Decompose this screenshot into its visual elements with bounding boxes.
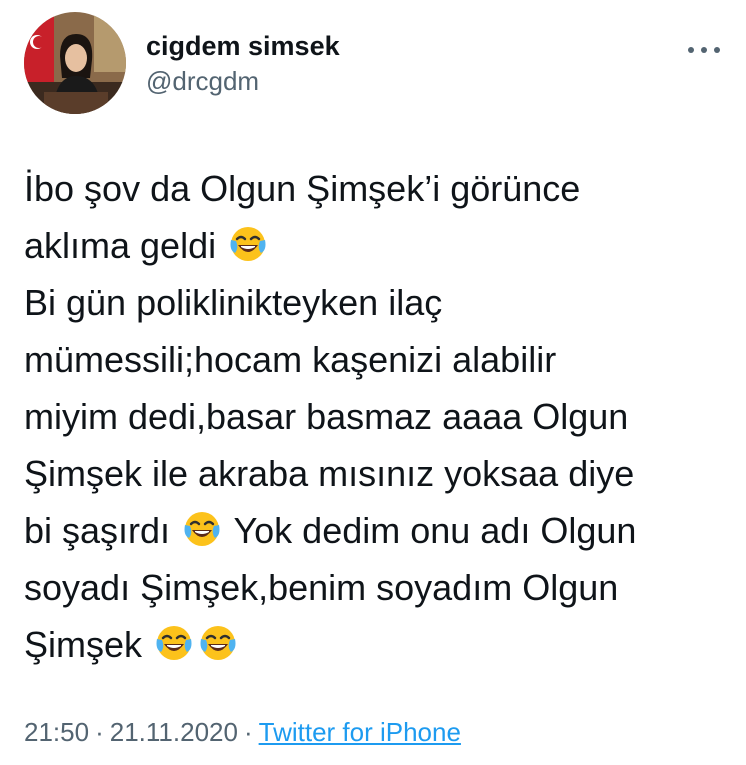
tweet-line: Şimşek ile akraba mısınız yoksaa diye bbox=[24, 453, 635, 494]
tweet-meta: 21:50 · 21.11.2020 · Twitter for iPhone bbox=[24, 714, 461, 750]
tweet-line: aklıma geldi bbox=[24, 217, 736, 274]
tweet-source-link[interactable]: Twitter for iPhone bbox=[259, 717, 461, 747]
meta-separator: · bbox=[243, 717, 253, 747]
more-options-button[interactable] bbox=[684, 36, 724, 64]
meta-separator: · bbox=[95, 717, 104, 747]
tweet-line: Şimşek bbox=[24, 616, 736, 673]
more-horizontal-icon bbox=[701, 47, 707, 53]
more-horizontal-icon bbox=[688, 47, 694, 53]
tweet-date[interactable]: 21.11.2020 bbox=[110, 717, 238, 747]
face-with-tears-of-joy-icon bbox=[230, 227, 266, 261]
tweet-line: miyim dedi,basar basmaz aaaa Olgun bbox=[24, 396, 629, 437]
tweet-card: cigdem simsek @drcgdm İbo şov da Olgun Ş… bbox=[0, 0, 746, 765]
author-names: cigdem simsek @drcgdm bbox=[146, 30, 340, 98]
face-with-tears-of-joy-icon bbox=[200, 626, 236, 660]
tweet-line: mümessili;hocam kaşenizi alabilir bbox=[24, 339, 557, 380]
tweet-header: cigdem simsek @drcgdm bbox=[24, 12, 724, 116]
tweet-text: İbo şov da Olgun Şimşek’i görünce aklıma… bbox=[24, 160, 736, 673]
author-display-name[interactable]: cigdem simsek bbox=[146, 30, 340, 62]
avatar[interactable] bbox=[24, 12, 126, 114]
face-with-tears-of-joy-icon bbox=[184, 512, 220, 546]
more-horizontal-icon bbox=[714, 47, 720, 53]
tweet-time[interactable]: 21:50 bbox=[24, 717, 89, 747]
face-with-tears-of-joy-icon bbox=[156, 626, 192, 660]
tweet-line: bi şaşırdı Yok dedim onu adı Olgun bbox=[24, 510, 637, 551]
tweet-line: soyadı Şimşek,benim soyadım Olgun bbox=[24, 567, 619, 608]
tweet-line: Bi gün poliklinikteyken ilaç bbox=[24, 282, 443, 323]
author-handle[interactable]: @drcgdm bbox=[146, 64, 340, 98]
tweet-line: İbo şov da Olgun Şimşek’i görünce bbox=[24, 168, 581, 209]
